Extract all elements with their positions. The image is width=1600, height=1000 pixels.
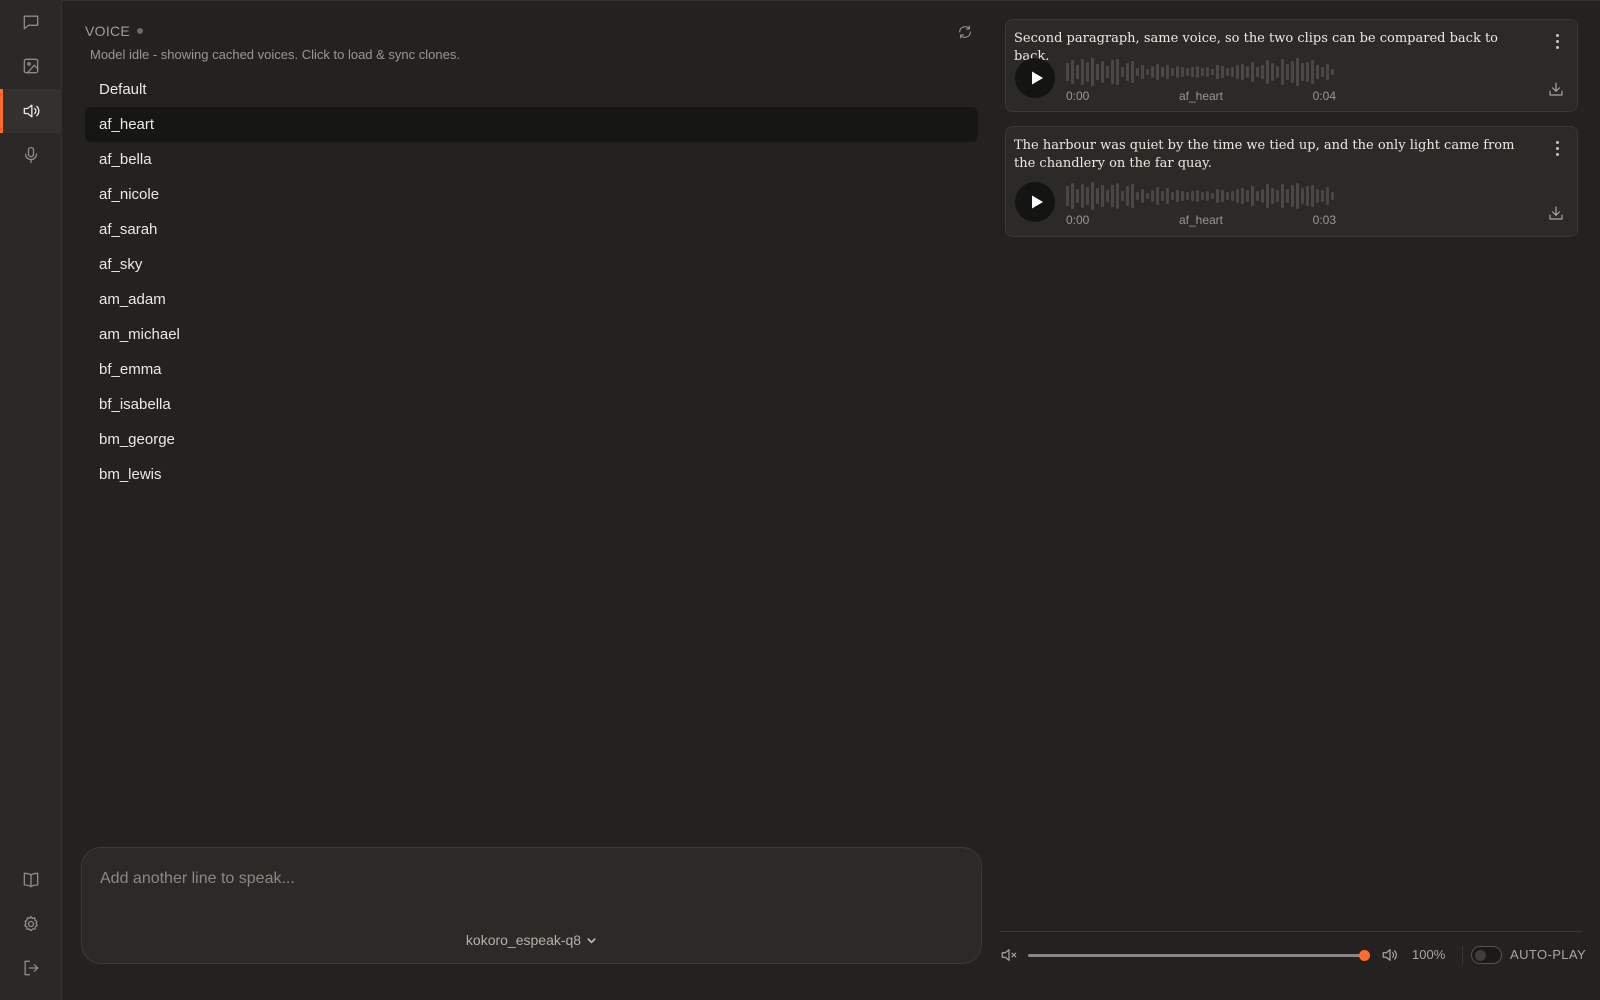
player-bar-divider [1000, 931, 1582, 932]
voice-panel-header: VOICE [85, 23, 144, 39]
audio-clip-card: The harbour was quiet by the time we tie… [1005, 126, 1578, 237]
mute-button[interactable] [1000, 946, 1020, 964]
speaker-icon [23, 104, 40, 118]
nav-settings-button[interactable] [0, 902, 62, 946]
nav-voice-button[interactable] [0, 89, 62, 133]
volume-slider-fill [1028, 954, 1364, 957]
model-status-dot [137, 28, 144, 34]
logout-icon [24, 960, 39, 976]
voice-item[interactable]: af_nicole [85, 177, 978, 212]
model-status-text[interactable]: Model idle - showing cached voices. Clic… [90, 47, 460, 62]
voice-item[interactable]: af_bella [85, 142, 978, 177]
player-separator [1462, 946, 1463, 965]
volume-up-icon [1382, 949, 1397, 961]
autoplay-toggle-knob [1475, 950, 1486, 961]
voice-item[interactable]: bm_george [85, 422, 978, 457]
left-nav-rail [0, 0, 62, 1000]
voice-item[interactable]: Default [85, 72, 978, 107]
voice-item[interactable]: bf_isabella [85, 387, 978, 422]
top-border [62, 0, 1600, 1]
audio-clip-card: Second paragraph, same voice, so the two… [1005, 19, 1578, 112]
clip-download-button[interactable] [1547, 80, 1565, 98]
nav-chat-button[interactable] [0, 0, 62, 44]
volume-percent: 100% [1412, 947, 1446, 962]
voice-item[interactable]: bf_emma [85, 352, 978, 387]
voice-item[interactable]: am_michael [85, 317, 978, 352]
composer: kokoro_espeak-q8 [81, 847, 982, 964]
volume-slider[interactable] [1028, 950, 1370, 961]
speak-text-input[interactable] [100, 870, 960, 888]
more-vertical-icon [1555, 140, 1559, 144]
clip-duration: 0:03 [1312, 213, 1336, 227]
play-icon [1031, 195, 1043, 209]
clip-menu-button[interactable] [1549, 32, 1565, 50]
voice-item[interactable]: af_sky [85, 247, 978, 282]
microphone-icon [24, 146, 38, 164]
clip-voice-name: af_heart [1178, 213, 1224, 227]
refresh-icon [959, 25, 971, 39]
clip-voice-name: af_heart [1178, 89, 1224, 103]
nav-image-button[interactable] [0, 44, 62, 88]
voice-item[interactable]: af_heart [85, 107, 978, 142]
volume-mute-icon [1001, 949, 1017, 961]
autoplay-toggle[interactable] [1471, 946, 1502, 964]
chevron-down-icon [587, 937, 596, 943]
book-icon [23, 872, 39, 888]
clip-duration: 0:04 [1312, 89, 1336, 103]
voice-item[interactable]: bm_lewis [85, 457, 978, 492]
chat-icon [23, 15, 39, 30]
volume-max-button[interactable] [1381, 946, 1401, 964]
clip-play-button[interactable] [1015, 182, 1055, 222]
refresh-voices-button[interactable] [955, 22, 975, 42]
more-vertical-icon [1555, 33, 1559, 37]
download-icon [1549, 206, 1563, 220]
volume-slider-thumb[interactable] [1359, 950, 1370, 961]
voice-item[interactable]: af_sarah [85, 212, 978, 247]
clip-waveform[interactable] [1066, 56, 1336, 88]
image-icon [23, 58, 39, 74]
model-selector[interactable]: kokoro_espeak-q8 [82, 932, 981, 948]
play-icon [1031, 71, 1043, 85]
clip-play-button[interactable] [1015, 58, 1055, 98]
gear-icon [24, 915, 38, 932]
voice-item[interactable]: am_adam [85, 282, 978, 317]
model-selector-label: kokoro_espeak-q8 [465, 932, 582, 948]
clip-menu-button[interactable] [1549, 139, 1565, 157]
voice-panel-title: VOICE [85, 23, 131, 39]
nav-microphone-button[interactable] [0, 133, 62, 177]
nav-docs-button[interactable] [0, 858, 62, 902]
clip-download-button[interactable] [1547, 204, 1565, 222]
download-icon [1549, 82, 1563, 96]
nav-logout-button[interactable] [0, 946, 62, 990]
clip-text: The harbour was quiet by the time we tie… [1014, 138, 1515, 171]
voice-list: Default af_heart af_bella af_nicole af_sarah… [85, 72, 978, 492]
clip-waveform[interactable] [1066, 180, 1336, 212]
autoplay-label: AUTO-PLAY [1510, 947, 1587, 962]
